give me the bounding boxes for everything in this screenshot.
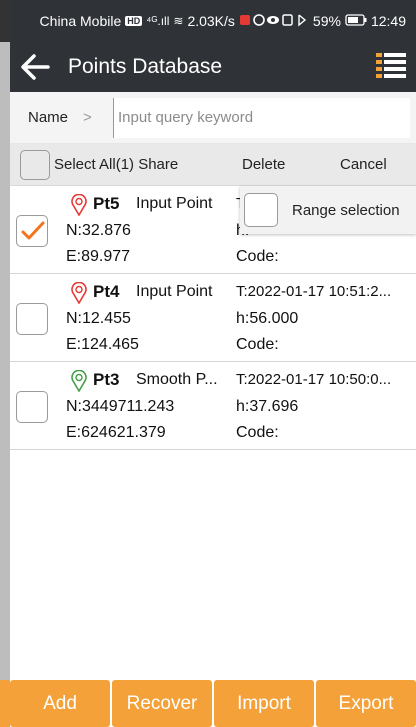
point-northing: N:32.876 — [66, 222, 131, 239]
notification-icons — [239, 13, 309, 30]
hd-badge: HD — [125, 16, 143, 26]
search-field-selector[interactable]: Name — [28, 109, 83, 126]
point-northing: N:12.455 — [66, 310, 131, 327]
point-easting: E:624621.379 — [66, 424, 166, 441]
page-title: Points Database — [68, 55, 223, 78]
item-checkbox[interactable] — [16, 303, 48, 335]
point-height: h:37.696 — [236, 398, 299, 415]
carrier-name: China Mobile — [39, 13, 122, 29]
point-name: Pt4 — [93, 282, 120, 301]
range-selection-popup[interactable]: Range selection — [240, 186, 416, 234]
point-code: Code: — [236, 424, 279, 441]
phone-screen: China Mobile HD ⁴ᴳ.ıll ≋ 2.03K/s 59% 12:… — [10, 0, 416, 727]
point-name: Pt5 — [93, 194, 120, 213]
import-button[interactable]: Import — [214, 680, 314, 727]
point-northing: N:3449711.243 — [66, 398, 175, 415]
point-code: Code: — [236, 336, 279, 353]
point-code: Code: — [236, 248, 279, 265]
list-menu-icon[interactable] — [374, 50, 408, 84]
background-window-button — [0, 680, 10, 727]
app-bar: Points Database — [10, 42, 416, 92]
selection-action-bar: Select All(1) Share Delete Cancel — [10, 144, 416, 186]
battery-level: 59% — [312, 13, 341, 29]
point-type: Smooth P... — [136, 371, 218, 388]
point-time: T:2022-01-17 10:51:2... — [236, 283, 392, 300]
point-type: Input Point — [136, 195, 213, 212]
item-checkbox[interactable] — [16, 391, 48, 423]
export-button[interactable]: Export — [316, 680, 416, 727]
battery-icon — [345, 13, 367, 29]
background-window-header — [0, 0, 10, 42]
range-selection-checkbox[interactable] — [244, 193, 278, 227]
point-easting: E:89.977 — [66, 248, 131, 265]
point-easting: E:124.465 — [66, 336, 139, 353]
check-icon — [21, 221, 45, 240]
select-all-checkbox[interactable] — [20, 149, 50, 180]
list-item[interactable]: Pt4 Input Point T:2022-01-17 10:51:2... … — [10, 274, 416, 362]
add-button[interactable]: Add — [10, 680, 110, 727]
list-item[interactable]: Pt5 Input Point T N:32.876 h: E:89.977 C… — [10, 186, 416, 274]
list-item[interactable]: Pt3 Smooth P... T:2022-01-17 10:50:0... … — [10, 362, 416, 450]
cancel-button[interactable]: Cancel — [340, 156, 387, 173]
arrow-left-icon[interactable] — [10, 42, 60, 92]
point-time: T:2022-01-17 10:50:0... — [236, 371, 392, 388]
bottom-action-bar: Add Recover Import Export — [10, 680, 416, 727]
recover-button[interactable]: Recover — [112, 680, 212, 727]
wifi-icon: ≋ — [173, 14, 184, 28]
search-input[interactable] — [113, 97, 410, 138]
point-height: h:56.000 — [236, 310, 299, 327]
background-window-strip — [0, 0, 10, 727]
search-bar: Name > — [10, 92, 416, 144]
point-name: Pt3 — [93, 370, 120, 389]
map-pin-icon — [71, 282, 87, 304]
status-bar: China Mobile HD ⁴ᴳ.ıll ≋ 2.03K/s 59% 12:… — [10, 0, 416, 42]
point-type: Input Point — [136, 283, 213, 300]
map-pin-icon — [71, 370, 87, 392]
item-checkbox[interactable] — [16, 215, 48, 247]
select-all-share-button[interactable]: Select All(1) Share — [54, 156, 178, 173]
clock: 12:49 — [370, 13, 406, 29]
signal-icon: ⁴ᴳ.ıll — [146, 14, 170, 28]
delete-button[interactable]: Delete — [242, 156, 285, 173]
points-list: Pt5 Input Point T N:32.876 h: E:89.977 C… — [10, 186, 416, 450]
chevron-right-icon[interactable]: > — [83, 109, 113, 126]
map-pin-icon — [71, 194, 87, 216]
range-selection-label[interactable]: Range selection — [292, 202, 400, 219]
network-speed: 2.03K/s — [187, 13, 235, 29]
